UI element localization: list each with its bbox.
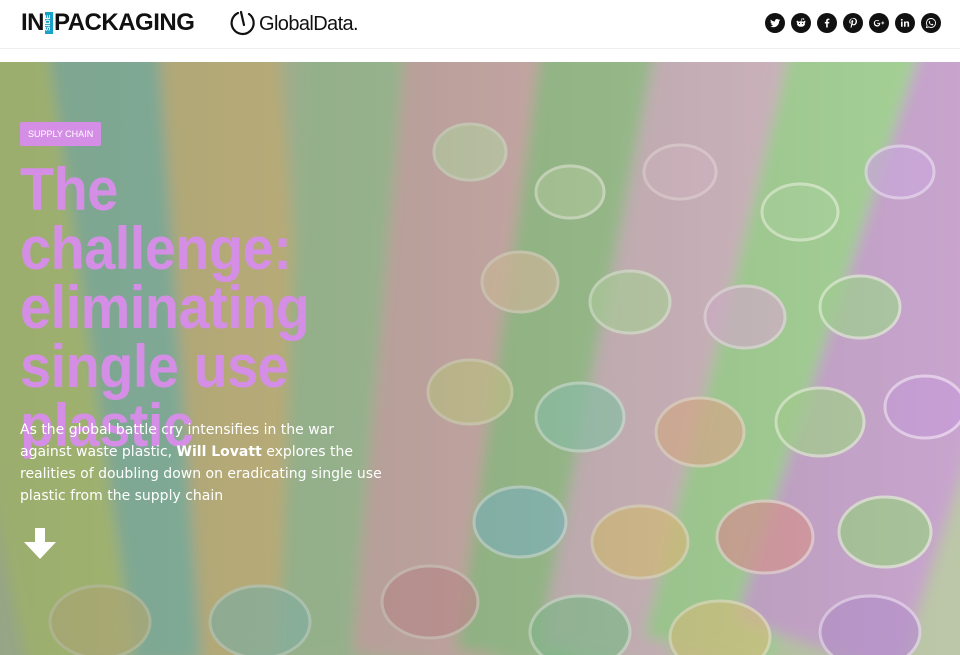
google-plus-share-button[interactable] bbox=[869, 13, 889, 33]
globaldata-logo[interactable]: GlobalData. bbox=[230, 9, 359, 39]
logo-main: PACKAGING bbox=[54, 9, 195, 36]
twitter-icon bbox=[770, 18, 781, 28]
arrow-down-icon[interactable] bbox=[20, 526, 60, 562]
logo-side: SIDE bbox=[45, 12, 53, 34]
author-name: Will Lovatt bbox=[176, 444, 262, 460]
pinterest-share-button[interactable] bbox=[843, 13, 863, 33]
hero-section: SUPPLY CHAIN The challenge: eliminating … bbox=[0, 62, 960, 655]
site-header: IN SIDE PACKAGING GlobalData. bbox=[0, 0, 960, 49]
pinterest-icon bbox=[849, 17, 857, 29]
globaldata-wordmark: GlobalData. bbox=[259, 12, 359, 35]
twitter-share-button[interactable] bbox=[765, 13, 785, 33]
linkedin-share-button[interactable] bbox=[895, 13, 915, 33]
category-tag[interactable]: SUPPLY CHAIN bbox=[20, 122, 102, 146]
social-share-bar bbox=[765, 13, 941, 33]
logo-prefix: IN bbox=[21, 9, 45, 36]
article-headline: The challenge: eliminating single use pl… bbox=[20, 156, 310, 459]
facebook-icon bbox=[824, 18, 830, 28]
reddit-icon bbox=[796, 18, 806, 27]
whatsapp-share-button[interactable] bbox=[921, 13, 941, 33]
whatsapp-icon bbox=[925, 18, 936, 29]
google-plus-icon bbox=[873, 20, 885, 27]
inside-packaging-logo[interactable]: IN SIDE PACKAGING bbox=[21, 9, 195, 37]
globaldata-mark-icon bbox=[230, 10, 255, 36]
linkedin-icon bbox=[900, 18, 910, 27]
article-standfirst: As the global battle cry intensifies in … bbox=[20, 419, 390, 507]
facebook-share-button[interactable] bbox=[817, 13, 837, 33]
reddit-share-button[interactable] bbox=[791, 13, 811, 33]
